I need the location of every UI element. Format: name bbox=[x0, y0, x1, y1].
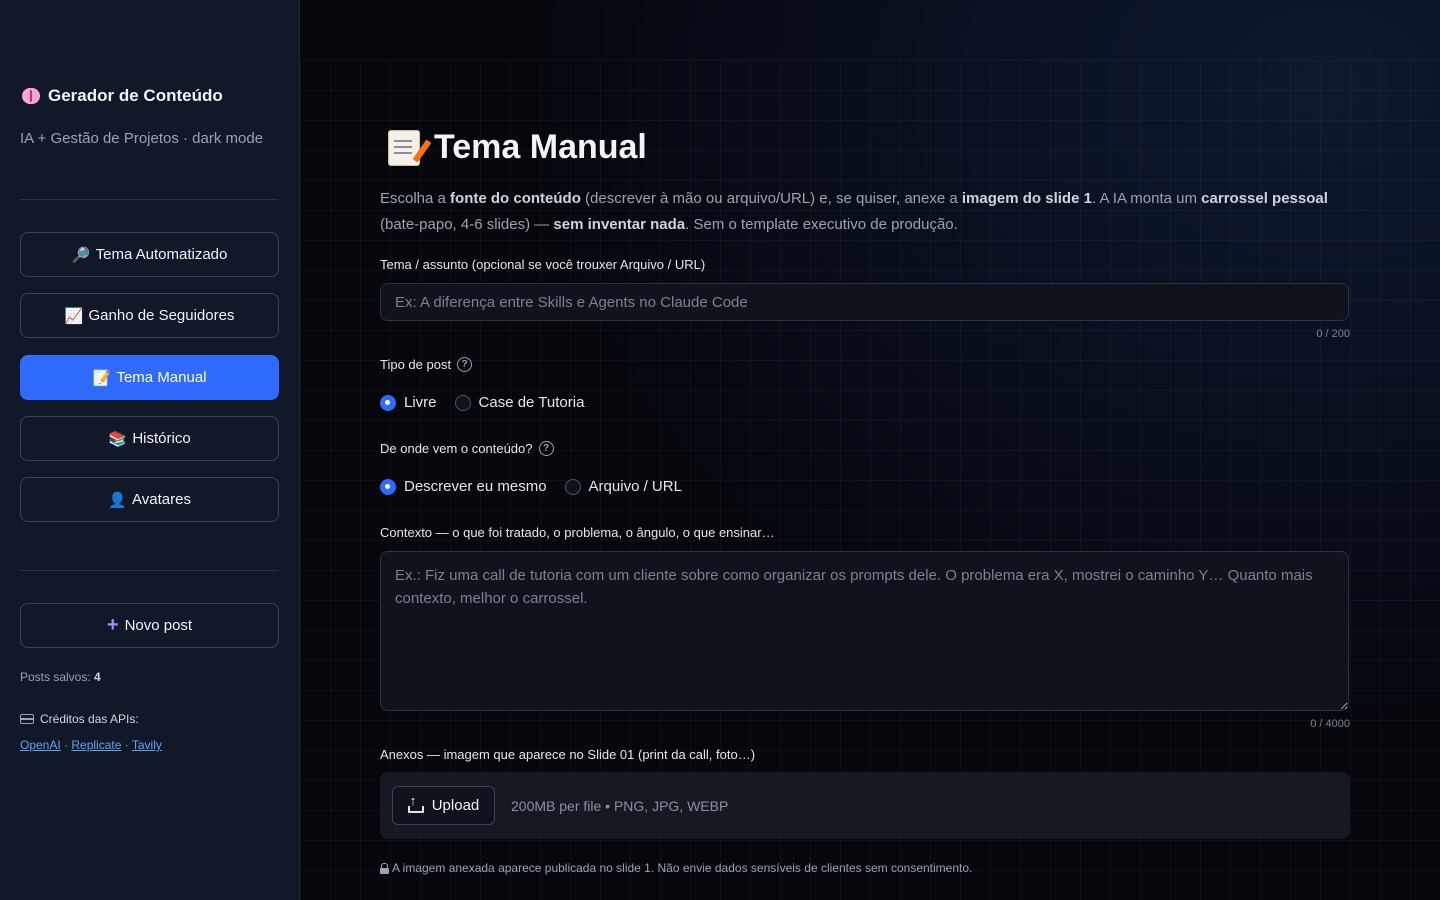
topic-input[interactable] bbox=[380, 283, 1349, 321]
brain-icon bbox=[22, 88, 40, 104]
memo-icon bbox=[388, 129, 420, 166]
attachments-label: Anexos — imagem que aparece no Slide 01 … bbox=[380, 747, 756, 762]
sidebar-divider bbox=[20, 570, 278, 571]
nav-label: Avatares bbox=[132, 491, 191, 508]
radio-dot bbox=[564, 478, 581, 495]
sidebar-divider bbox=[20, 199, 278, 200]
link-tavily[interactable]: Tavily bbox=[132, 738, 162, 752]
context-counter: 0 / 4000 bbox=[1310, 718, 1350, 730]
brand-subtitle: IA + Gestão de Projetos · dark mode bbox=[20, 130, 264, 147]
radio-case-de-tutoria[interactable]: Case de Tutoria bbox=[454, 394, 584, 411]
upload-dropzone[interactable]: Upload 200MB per file • PNG, JPG, WEBP bbox=[380, 772, 1350, 839]
books-icon: 📚 bbox=[108, 430, 127, 448]
post-type-radio-group: Livre Case de Tutoria bbox=[380, 394, 584, 411]
memo-icon: 📝 bbox=[92, 369, 112, 387]
topic-counter: 0 / 200 bbox=[1316, 328, 1350, 340]
nav-label: Ganho de Seguidores bbox=[88, 307, 235, 324]
upload-button[interactable]: Upload bbox=[392, 786, 495, 825]
nav-tema-automatizado[interactable]: 🔎 Tema Automatizado bbox=[20, 232, 279, 277]
radio-dot bbox=[454, 394, 471, 411]
link-replicate[interactable]: Replicate bbox=[71, 738, 121, 752]
nav-label: Tema Manual bbox=[116, 369, 207, 386]
nav-label: Tema Automatizado bbox=[95, 246, 228, 263]
topic-label: Tema / assunto (opcional se você trouxer… bbox=[380, 257, 706, 272]
user-icon: 👤 bbox=[108, 491, 127, 509]
nav-tema-manual[interactable]: 📝 Tema Manual bbox=[20, 355, 279, 400]
source-radio-group: Descrever eu mesmo Arquivo / URL bbox=[380, 478, 682, 495]
magnifier-icon: 🔎 bbox=[71, 246, 91, 264]
radio-dot-checked bbox=[380, 394, 396, 411]
page-title: Tema Manual bbox=[388, 128, 647, 167]
help-icon[interactable]: ? bbox=[538, 441, 554, 456]
page-title-text: Tema Manual bbox=[434, 128, 647, 166]
footnote: A imagem anexada aparece publicada no sl… bbox=[380, 861, 972, 875]
context-textarea[interactable] bbox=[380, 551, 1349, 711]
chart-up-icon: 📈 bbox=[64, 307, 84, 325]
link-openai[interactable]: OpenAI bbox=[20, 738, 61, 752]
plus-icon: + bbox=[106, 614, 119, 636]
radio-arquivo-url[interactable]: Arquivo / URL bbox=[564, 478, 682, 495]
credit-card-icon bbox=[20, 714, 34, 724]
context-label: Contexto — o que foi tratado, o problema… bbox=[380, 525, 775, 540]
brand-title: Gerador de Conteúdo bbox=[48, 86, 223, 105]
nav-label: Histórico bbox=[132, 430, 191, 447]
api-credits: Créditos das APIs: bbox=[20, 712, 139, 726]
radio-dot-checked bbox=[380, 478, 396, 495]
upload-icon bbox=[407, 793, 424, 813]
new-post-button[interactable]: + Novo post bbox=[20, 603, 279, 648]
nav-avatares[interactable]: 👤 Avatares bbox=[20, 477, 279, 522]
posts-saved: Posts salvos: 4 bbox=[20, 670, 101, 684]
nav-ganho-de-seguidores[interactable]: 📈 Ganho de Seguidores bbox=[20, 293, 279, 338]
radio-descrever-eu-mesmo[interactable]: Descrever eu mesmo bbox=[380, 478, 547, 495]
sidebar: Gerador de Conteúdo IA + Gestão de Proje… bbox=[0, 0, 300, 900]
radio-livre[interactable]: Livre bbox=[380, 394, 437, 411]
new-post-label: Novo post bbox=[124, 617, 193, 634]
post-type-label: Tipo de post ? bbox=[380, 357, 473, 372]
source-label: De onde vem o conteúdo? ? bbox=[380, 441, 554, 456]
posts-saved-count: 4 bbox=[94, 670, 101, 684]
brand: Gerador de Conteúdo bbox=[22, 86, 223, 106]
help-icon[interactable]: ? bbox=[457, 357, 473, 372]
main-area: Tema Manual Escolha a fonte do conteúdo … bbox=[300, 0, 1440, 900]
nav-historico[interactable]: 📚 Histórico bbox=[20, 416, 279, 461]
api-links: OpenAI · Replicate · Tavily bbox=[20, 738, 162, 752]
lock-icon bbox=[380, 862, 389, 874]
upload-hint: 200MB per file • PNG, JPG, WEBP bbox=[511, 797, 729, 814]
intro-text: Escolha a fonte do conteúdo (descrever à… bbox=[380, 190, 1328, 233]
